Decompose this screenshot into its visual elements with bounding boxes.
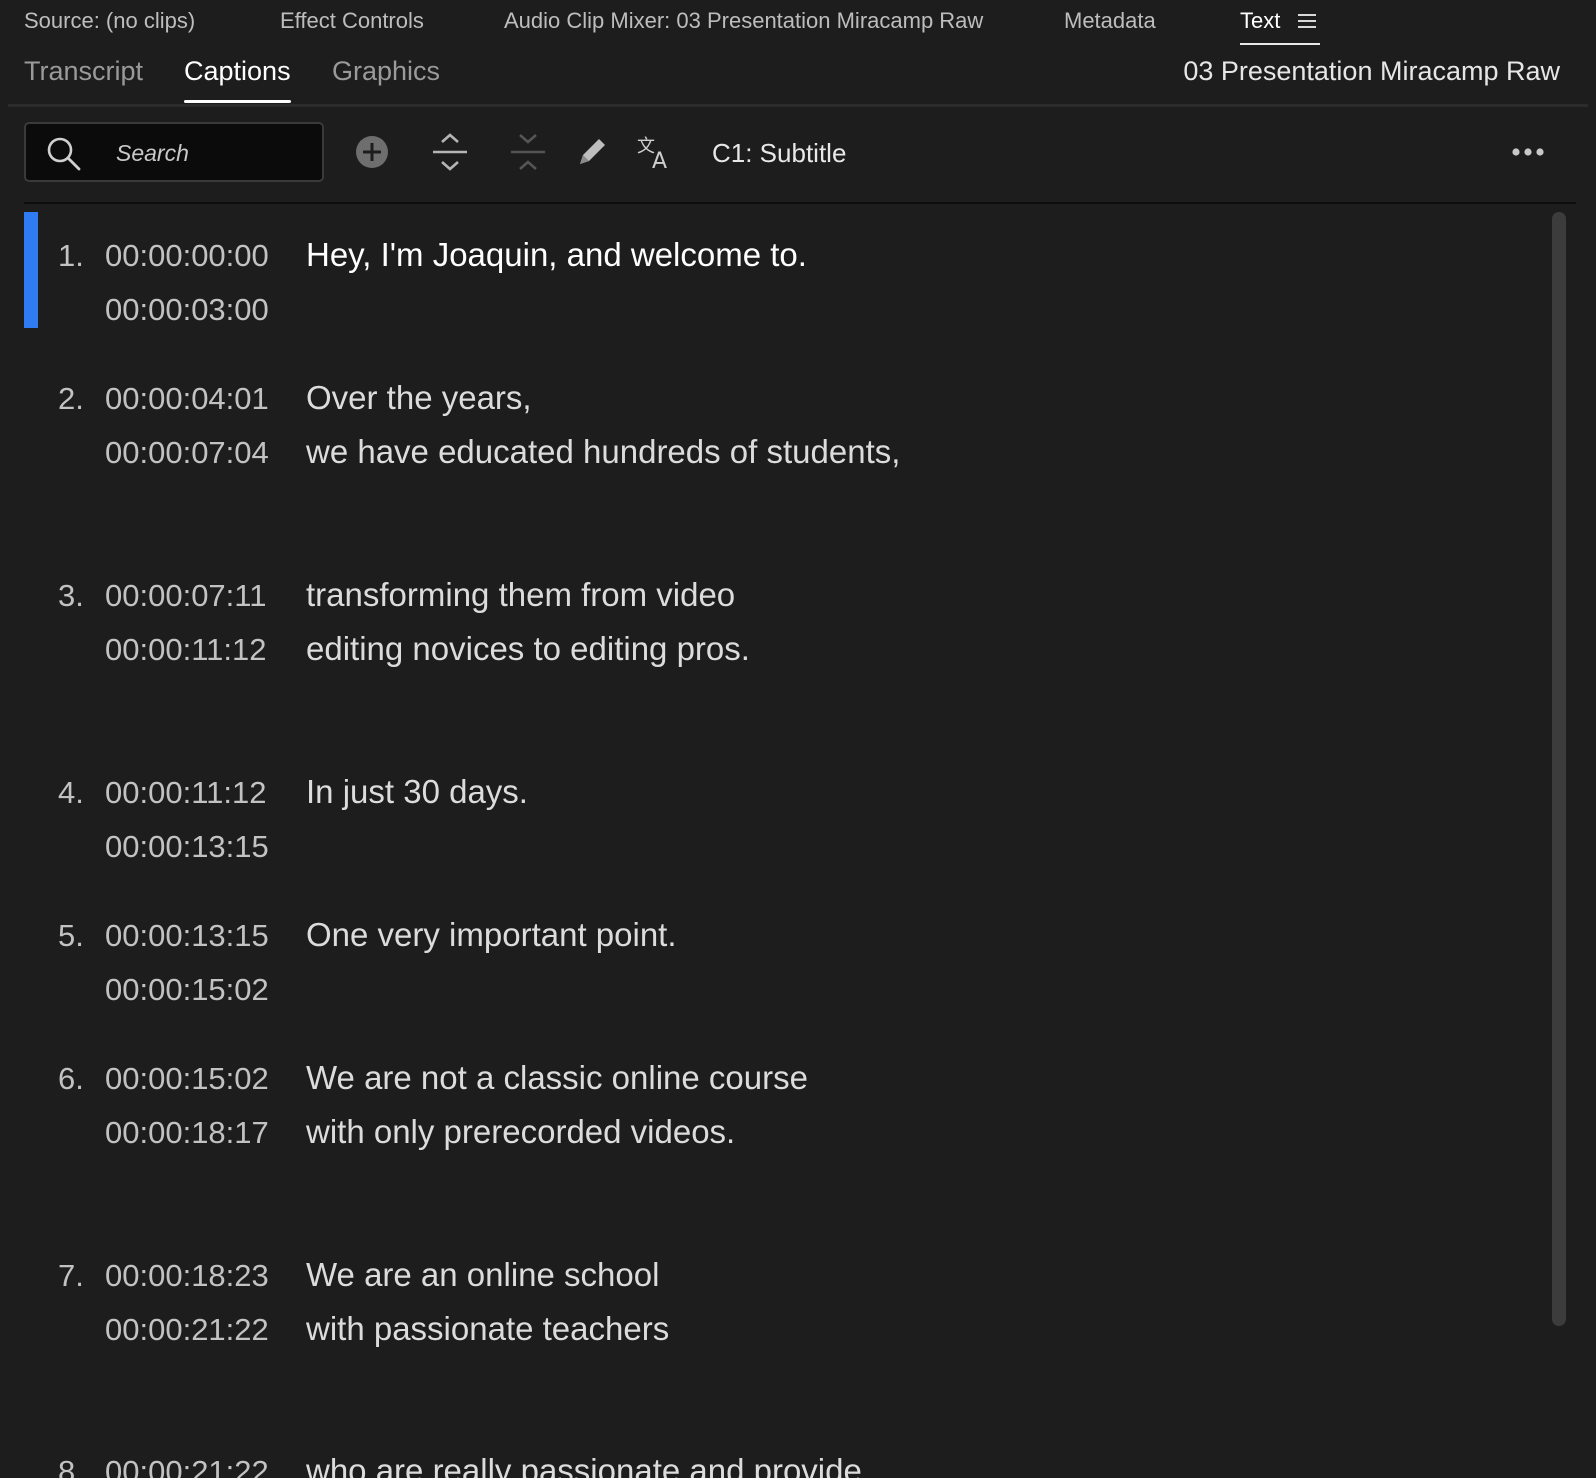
caption-text-line[interactable]: with passionate teachers <box>306 1310 669 1348</box>
tab-text[interactable]: Text <box>1240 8 1322 45</box>
split-caption-button[interactable] <box>428 130 472 174</box>
caption-number: 4. <box>58 775 84 810</box>
caption-out-timecode[interactable]: 00:00:21:22 <box>105 1312 269 1348</box>
caption-row[interactable]: 5. 00:00:13:15 00:00:15:02 One very impo… <box>24 894 1514 1014</box>
caption-text-line[interactable]: We are not a classic online course <box>306 1059 808 1097</box>
more-options-icon[interactable] <box>1510 142 1546 162</box>
caption-track-label[interactable]: C1: Subtitle <box>712 138 846 169</box>
caption-row[interactable]: 2. 00:00:04:01 00:00:07:04 Over the year… <box>24 357 1514 477</box>
caption-text-line[interactable]: who are really passionate and provide <box>306 1452 862 1478</box>
plus-circle-icon <box>356 136 388 168</box>
caption-in-timecode[interactable]: 00:00:15:02 <box>105 1061 269 1097</box>
tab-transcript[interactable]: Transcript <box>24 56 143 87</box>
caption-in-timecode[interactable]: 00:00:04:01 <box>105 381 269 417</box>
caption-list: 1. 00:00:00:00 00:00:03:00 Hey, I'm Joaq… <box>24 204 1544 1478</box>
tab-captions[interactable]: Captions <box>184 56 291 103</box>
caption-text-line[interactable]: One very important point. <box>306 916 677 954</box>
caption-in-timecode[interactable]: 00:00:00:00 <box>105 238 269 274</box>
captions-toolbar: 文 A C1: Subtitle <box>24 120 1576 204</box>
caption-out-timecode[interactable]: 00:00:13:15 <box>105 829 269 865</box>
caption-text-line[interactable]: with only prerecorded videos. <box>306 1113 735 1151</box>
search-box[interactable] <box>24 122 324 182</box>
caption-in-timecode[interactable]: 00:00:07:11 <box>105 578 266 614</box>
caption-number: 3. <box>58 578 84 613</box>
caption-row[interactable]: 8. 00:00:21:22 who are really passionate… <box>24 1430 1514 1478</box>
search-input[interactable] <box>114 132 308 174</box>
add-caption-button[interactable] <box>350 130 394 174</box>
caption-out-timecode[interactable]: 00:00:03:00 <box>105 292 269 328</box>
tab-metadata[interactable]: Metadata <box>1064 8 1156 34</box>
caption-number: 7. <box>58 1258 84 1293</box>
tab-graphics[interactable]: Graphics <box>332 56 440 87</box>
caption-row[interactable]: 4. 00:00:11:12 00:00:13:15 In just 30 da… <box>24 751 1514 871</box>
caption-text-line[interactable]: Over the years, <box>306 379 532 417</box>
caption-out-timecode[interactable]: 00:00:18:17 <box>105 1115 269 1151</box>
caption-in-timecode[interactable]: 00:00:11:12 <box>105 775 266 811</box>
caption-text-line[interactable]: In just 30 days. <box>306 773 528 811</box>
tab-captions-label: Captions <box>184 56 291 86</box>
caption-out-timecode[interactable]: 00:00:07:04 <box>105 435 269 471</box>
search-icon <box>47 137 81 171</box>
split-icon <box>433 133 467 171</box>
sequence-name: 03 Presentation Miracamp Raw <box>1183 56 1560 86</box>
pencil-icon <box>580 139 605 164</box>
caption-in-timecode[interactable]: 00:00:13:15 <box>105 918 269 954</box>
caption-in-timecode[interactable]: 00:00:18:23 <box>105 1258 269 1294</box>
caption-text-line[interactable]: editing novices to editing pros. <box>306 630 750 668</box>
caption-out-timecode[interactable]: 00:00:15:02 <box>105 972 269 1008</box>
tab-effect-controls[interactable]: Effect Controls <box>280 8 424 34</box>
panel-menu-icon[interactable] <box>1298 14 1316 30</box>
caption-number: 5. <box>58 918 84 953</box>
caption-text-line[interactable]: we have educated hundreds of students, <box>306 433 900 471</box>
selection-indicator <box>24 212 38 328</box>
caption-row[interactable]: 7. 00:00:18:23 00:00:21:22 We are an onl… <box>24 1234 1514 1354</box>
vertical-scrollbar[interactable] <box>1552 212 1566 1326</box>
tab-source[interactable]: Source: (no clips) <box>24 8 195 34</box>
caption-number: 2. <box>58 381 84 416</box>
translate-icon: 文 A <box>637 136 667 172</box>
caption-row[interactable]: 6. 00:00:15:02 00:00:18:17 We are not a … <box>24 1037 1514 1157</box>
caption-in-timecode[interactable]: 00:00:21:22 <box>105 1454 269 1478</box>
merge-icon <box>511 134 545 170</box>
panel-tab-bar: Source: (no clips) Effect Controls Audio… <box>0 0 1596 46</box>
tab-audio-clip-mixer[interactable]: Audio Clip Mixer: 03 Presentation Miraca… <box>504 8 983 34</box>
caption-out-timecode[interactable]: 00:00:11:12 <box>105 632 266 668</box>
caption-number: 8. <box>58 1454 84 1478</box>
active-tab-indicator <box>184 100 291 103</box>
caption-text-line[interactable]: Hey, I'm Joaquin, and welcome to. <box>306 236 807 274</box>
caption-number: 6. <box>58 1061 84 1096</box>
caption-row[interactable]: 3. 00:00:07:11 00:00:11:12 transforming … <box>24 554 1514 674</box>
caption-row[interactable]: 1. 00:00:00:00 00:00:03:00 Hey, I'm Joaq… <box>24 212 1514 334</box>
translate-button[interactable]: 文 A <box>634 130 678 174</box>
edit-caption-button[interactable] <box>570 130 614 174</box>
caption-number: 1. <box>58 238 84 273</box>
caption-text-line[interactable]: transforming them from video <box>306 576 735 614</box>
merge-captions-button[interactable] <box>506 130 550 174</box>
text-panel-subtabs: Transcript Captions Graphics 03 Presenta… <box>8 46 1588 107</box>
svg-text:A: A <box>652 149 667 172</box>
caption-text-line[interactable]: We are an online school <box>306 1256 659 1294</box>
